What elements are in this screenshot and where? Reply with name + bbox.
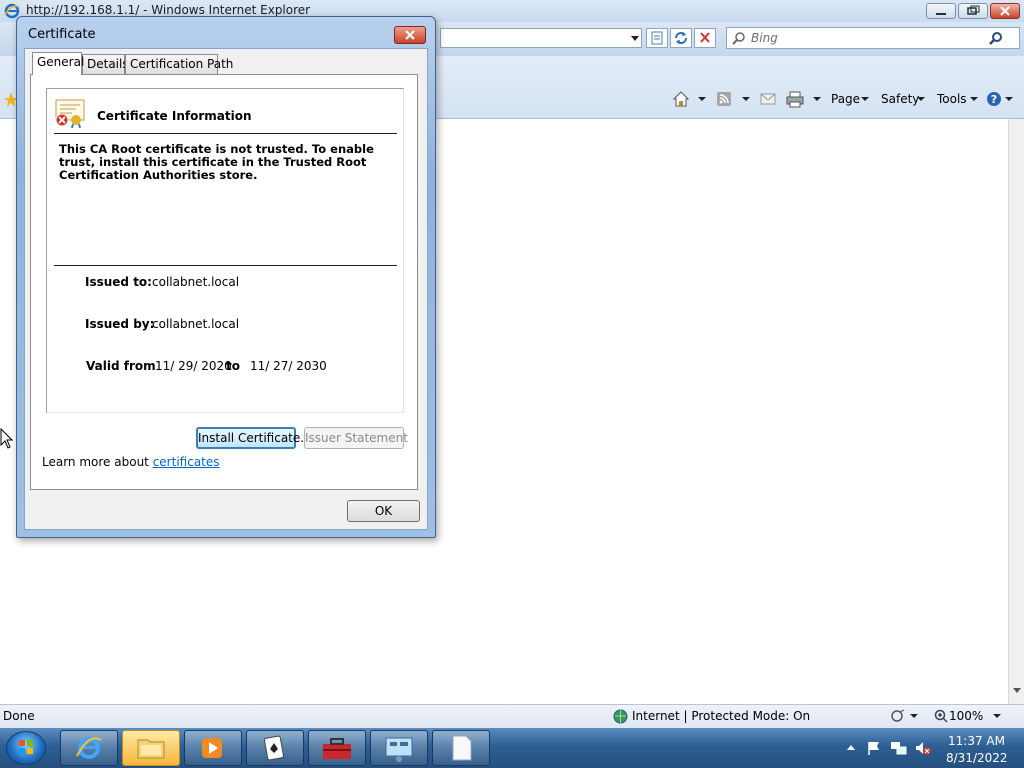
- volume-muted-icon[interactable]: [914, 740, 932, 756]
- taskbar-solitaire[interactable]: [246, 730, 304, 766]
- install-certificate-button[interactable]: Install Certificate...: [196, 427, 312, 449]
- minimize-button[interactable]: [926, 3, 956, 19]
- close-icon: [1000, 6, 1010, 16]
- vertical-scrollbar[interactable]: [1008, 119, 1024, 704]
- taskbar-blank-document[interactable]: [432, 730, 490, 766]
- media-player-icon: [202, 738, 222, 758]
- clock-date[interactable]: 8/31/2022: [946, 751, 1008, 765]
- search-input[interactable]: Bing: [726, 27, 1020, 49]
- feeds-dropdown-icon[interactable]: [742, 97, 750, 101]
- close-icon: [405, 30, 415, 40]
- start-button[interactable]: [6, 731, 46, 765]
- page-menu[interactable]: Page: [831, 92, 860, 106]
- learn-more-text: Learn more about certificates: [42, 455, 220, 469]
- help-icon[interactable]: ?: [986, 91, 1002, 107]
- taskbar-windows-explorer[interactable]: [122, 730, 180, 766]
- playing-card-icon: [264, 735, 284, 761]
- tools-menu-arrow-icon[interactable]: [970, 97, 978, 101]
- home-dropdown-icon[interactable]: [698, 97, 706, 101]
- issued-to-label: Issued to:: [85, 275, 152, 289]
- safety-menu[interactable]: Safety: [881, 92, 919, 106]
- taskbar-internet-explorer[interactable]: [60, 730, 118, 766]
- popup-blocker-icon[interactable]: [888, 709, 906, 724]
- print-icon[interactable]: [786, 90, 804, 108]
- stop-button[interactable]: [694, 28, 716, 48]
- windows-logo-icon: [19, 740, 33, 754]
- close-window-button[interactable]: [990, 3, 1020, 19]
- mouse-pointer-icon: [0, 428, 14, 449]
- control-panel-icon: [385, 737, 413, 762]
- search-icon[interactable]: [989, 31, 1003, 45]
- search-provider-icon: [732, 32, 745, 45]
- clock-time[interactable]: 11:37 AM: [948, 734, 1005, 748]
- tools-menu[interactable]: Tools: [937, 92, 967, 106]
- compatibility-view-button[interactable]: [646, 28, 668, 48]
- browser-window-title: http://192.168.1.1/ - Windows Internet E…: [26, 3, 311, 17]
- zoom-dropdown-icon[interactable]: [993, 714, 1001, 718]
- feeds-icon[interactable]: [716, 91, 732, 107]
- restore-button[interactable]: [958, 3, 988, 19]
- dialog-title: Certificate: [28, 27, 96, 42]
- taskbar-control-panel[interactable]: [370, 730, 428, 766]
- compatibility-view-icon: [651, 31, 663, 45]
- folder-icon: [137, 739, 165, 759]
- status-text: Done: [3, 709, 35, 723]
- learn-more-prefix: Learn more about: [42, 455, 149, 469]
- certificates-link[interactable]: certificates: [153, 455, 220, 469]
- heading-divider: [54, 133, 397, 134]
- read-mail-icon[interactable]: [760, 93, 776, 105]
- scroll-down-icon[interactable]: [1012, 687, 1022, 695]
- taskbar-toolbox-app[interactable]: [308, 730, 366, 766]
- zoom-level[interactable]: 100%: [949, 709, 983, 723]
- svg-text:?: ?: [991, 93, 997, 106]
- ok-button[interactable]: OK: [347, 500, 420, 522]
- home-icon[interactable]: [672, 90, 690, 108]
- security-zone-text[interactable]: Internet | Protected Mode: On: [632, 709, 810, 723]
- network-icon[interactable]: [890, 740, 908, 756]
- issued-by-value: collabnet.local: [152, 317, 240, 331]
- trust-warning-text: This CA Root certificate is not trusted.…: [59, 142, 374, 182]
- stop-icon: [700, 32, 710, 43]
- action-center-flag-icon[interactable]: [866, 740, 882, 756]
- document-icon: [452, 735, 472, 761]
- search-placeholder: Bing: [751, 31, 778, 45]
- valid-to-label: to: [226, 359, 240, 373]
- popup-dropdown-icon[interactable]: [910, 714, 918, 718]
- page-menu-arrow-icon[interactable]: [861, 97, 869, 101]
- taskbar-media-player[interactable]: [184, 730, 242, 766]
- safety-menu-arrow-icon[interactable]: [917, 97, 925, 101]
- certificate-info-heading: Certificate Information: [97, 109, 252, 123]
- valid-from-value: 11/ 29/ 2020: [155, 359, 232, 373]
- issuer-statement-button[interactable]: Issuer Statement: [304, 427, 408, 449]
- tab-certification-path[interactable]: Certification Path: [125, 54, 233, 74]
- dialog-close-button[interactable]: [394, 26, 426, 44]
- issued-to-value: collabnet.local: [152, 275, 240, 289]
- valid-from-label: Valid from: [86, 359, 156, 373]
- refresh-button[interactable]: [670, 28, 692, 48]
- zoom-icon[interactable]: [934, 709, 948, 723]
- tab-general[interactable]: General: [32, 52, 84, 75]
- status-bar: [0, 704, 1024, 729]
- valid-to-value: 11/ 27/ 2030: [250, 359, 327, 373]
- help-dropdown-icon[interactable]: [1005, 97, 1013, 101]
- untrusted-certificate-icon: [55, 99, 85, 128]
- toolbox-icon: [323, 738, 351, 759]
- print-dropdown-icon[interactable]: [813, 97, 821, 101]
- internet-zone-globe-icon: [613, 709, 628, 724]
- address-field[interactable]: [440, 28, 642, 48]
- issued-by-label: Issued by:: [85, 317, 155, 331]
- address-dropdown-icon[interactable]: [630, 35, 640, 43]
- internet-explorer-icon: [76, 737, 102, 759]
- details-divider: [54, 265, 397, 266]
- tab-details[interactable]: Details: [82, 54, 129, 74]
- restore-icon: [967, 5, 980, 15]
- minimize-icon: [936, 13, 946, 15]
- show-hidden-icons-icon[interactable]: [846, 743, 856, 751]
- refresh-icon: [675, 32, 687, 44]
